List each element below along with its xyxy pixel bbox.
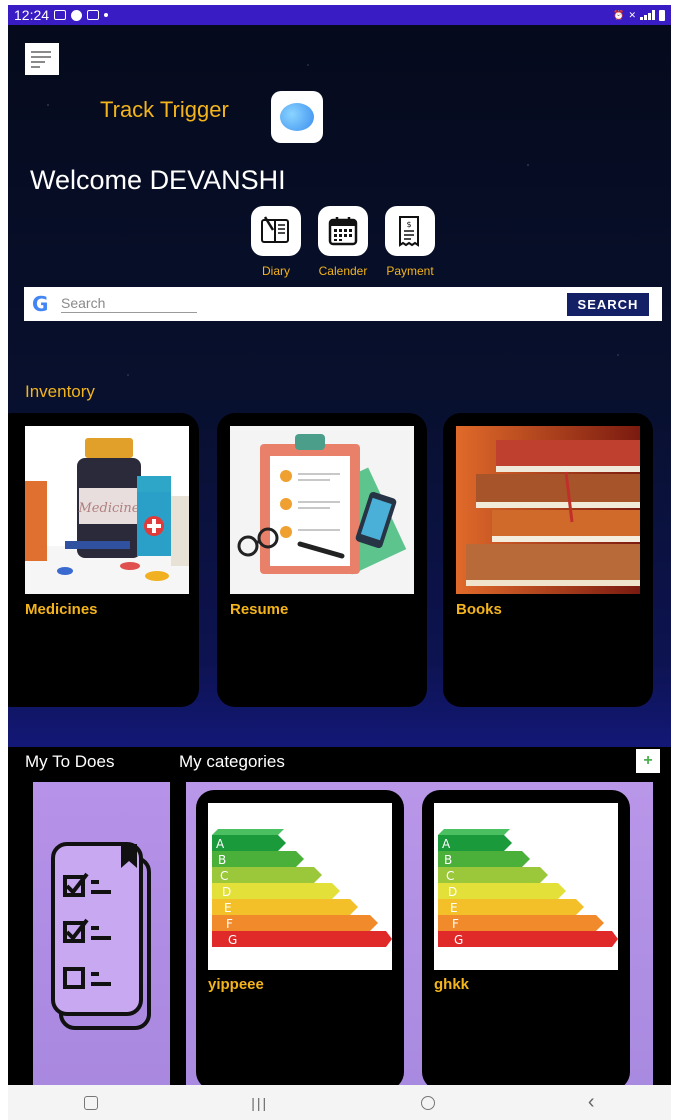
add-category-button[interactable]: + [636, 749, 660, 773]
diary-label: Diary [261, 264, 290, 278]
inventory-heading: Inventory [25, 382, 95, 401]
energy-letter: C [446, 869, 454, 883]
energy-letter: C [220, 869, 228, 883]
energy-letter: D [448, 885, 457, 899]
inventory-card-resume[interactable]: Resume [217, 413, 427, 707]
search-button[interactable]: SEARCH [567, 292, 649, 316]
energy-letter: A [216, 837, 225, 851]
battery-icon [659, 9, 665, 21]
todo-panel[interactable] [33, 782, 170, 1085]
checklist-icon [51, 842, 151, 1030]
calendar-icon [318, 206, 368, 256]
search-input[interactable] [61, 295, 197, 313]
inventory-card-label: Books [456, 601, 502, 618]
category-card-yippeee[interactable]: A B C D E F G yippeee [196, 790, 404, 1085]
calendar-label: Calender [318, 264, 368, 278]
medicine-label-text: Medicine [78, 501, 140, 516]
messenger-notification-icon [71, 9, 83, 21]
menu-button[interactable] [25, 43, 59, 75]
todo-heading: My To Does [25, 752, 115, 771]
energy-letter: F [226, 917, 233, 931]
energy-letter: D [222, 885, 231, 899]
welcome-prefix: Welcome [30, 165, 143, 195]
alarm-icon: ⏰ [613, 9, 625, 20]
system-nav-bar: ||| ‹ [8, 1085, 671, 1120]
status-bar: 12:24 ⏰ ✕ [8, 5, 671, 25]
energy-letter: A [442, 837, 451, 851]
payment-button[interactable]: $ Payment [375, 206, 445, 278]
svg-text:$: $ [406, 220, 411, 229]
energy-letter: G [454, 933, 463, 947]
category-card-label: yippeee [208, 976, 264, 993]
app-title: Track Trigger [100, 97, 229, 122]
energy-letter: E [450, 901, 458, 915]
clipboard-resume-image [230, 426, 414, 594]
inventory-card-label: Medicines [25, 601, 98, 618]
category-card-ghkk[interactable]: A B C D E F G ghkk [422, 790, 630, 1085]
more-notifications-icon [104, 13, 109, 17]
diary-button[interactable]: Diary [241, 206, 311, 278]
mute-icon: ✕ [628, 9, 636, 20]
inventory-card-books[interactable]: Books [443, 413, 653, 707]
back-button-icon[interactable]: ‹ [588, 1091, 595, 1114]
energy-rating-image: A B C D E F G [434, 803, 618, 970]
search-bar: G SEARCH [24, 287, 662, 321]
energy-letter: F [452, 917, 459, 931]
status-time: 12:24 [14, 7, 50, 23]
inventory-card-label: Resume [230, 601, 289, 618]
calendar-button[interactable]: Calender [308, 206, 378, 278]
welcome-message: Welcome DEVANSHI [30, 165, 286, 196]
recents-button-icon[interactable]: ||| [251, 1095, 268, 1111]
energy-letter: B [444, 853, 452, 867]
inventory-card-medicines[interactable]: Medicine Medicines [8, 413, 199, 707]
receipt-icon: $ [385, 206, 435, 256]
gallery-notification-icon [54, 10, 67, 20]
categories-heading: My categories [179, 752, 285, 771]
category-card-label: ghkk [434, 976, 470, 993]
medicine-bottles-image: Medicine [25, 426, 189, 594]
message-notification-icon [87, 10, 100, 20]
home-button-icon[interactable] [421, 1095, 436, 1110]
google-icon: G [32, 292, 49, 316]
app-logo [271, 91, 323, 143]
energy-rating-image: A B C D E F G [208, 803, 392, 970]
recent-apps-screenshot-icon[interactable] [84, 1095, 99, 1110]
categories-panel: A B C D E F G yippeee A B C D E F G ghkk [186, 782, 653, 1085]
book-stack-image [456, 426, 640, 594]
energy-letter: G [228, 933, 237, 947]
payment-label: Payment [386, 264, 434, 278]
logo-blob-icon [280, 103, 314, 131]
signal-icon [640, 10, 655, 20]
diary-icon [251, 206, 301, 256]
energy-letter: E [224, 901, 232, 915]
app-screen: Track Trigger Welcome DEVANSHI Diary Cal… [8, 25, 671, 1085]
user-name: DEVANSHI [149, 165, 286, 195]
energy-letter: B [218, 853, 226, 867]
